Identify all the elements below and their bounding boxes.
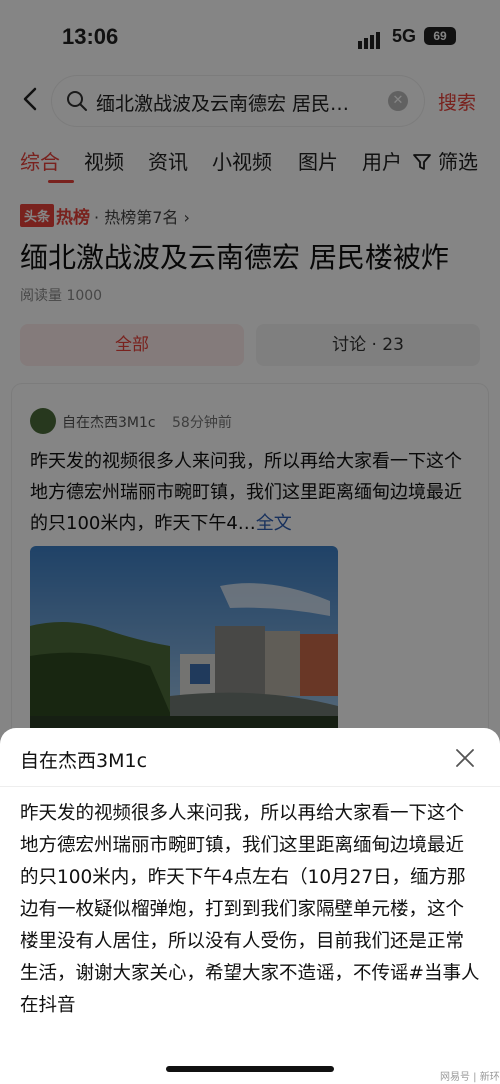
home-indicator[interactable] xyxy=(166,1066,334,1072)
sheet-body-text: 昨天发的视频很多人来问我，所以再给大家看一下这个地方德宏州瑞丽市畹町镇，我们这里… xyxy=(20,803,480,1016)
post-detail-sheet: 自在杰西3M1c 昨天发的视频很多人来问我，所以再给大家看一下这个地方德宏州瑞丽… xyxy=(0,728,500,1084)
watermark: 网易号 | 新环 xyxy=(440,1072,500,1083)
sheet-title: 自在杰西3M1c xyxy=(20,750,148,772)
close-icon[interactable] xyxy=(454,747,476,769)
divider xyxy=(0,786,500,787)
